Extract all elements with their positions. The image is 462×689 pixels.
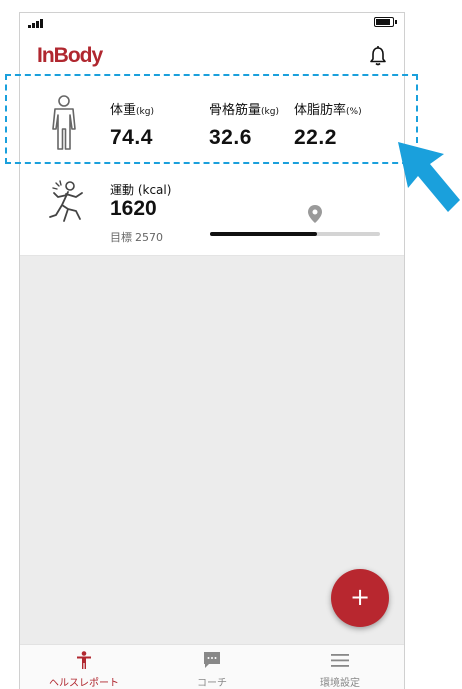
goal-value: 2570 bbox=[135, 231, 163, 244]
person-icon bbox=[77, 651, 91, 669]
battery-icon bbox=[374, 17, 397, 27]
menu-icon bbox=[331, 654, 349, 667]
exercise-goal: 目標 2570 bbox=[110, 229, 163, 245]
exercise-progress-fill bbox=[210, 232, 318, 236]
tab-settings-label: 環境設定 bbox=[320, 678, 360, 689]
tab-health-report[interactable]: ヘルスレポート bbox=[20, 645, 148, 689]
app-logo: InBody bbox=[37, 44, 103, 67]
tab-health-report-label: ヘルスレポート bbox=[49, 678, 119, 689]
status-bar bbox=[20, 13, 404, 35]
annotation-arrow-icon bbox=[398, 142, 460, 212]
location-pin-icon bbox=[308, 205, 322, 223]
signal-icon bbox=[28, 19, 43, 28]
exercise-label: 運動 (kcal) bbox=[110, 183, 172, 197]
exercise-value: 1620 bbox=[110, 197, 157, 220]
bottom-tab-bar: ヘルスレポート コーチ 環境設定 bbox=[20, 644, 404, 689]
chat-icon bbox=[204, 652, 220, 668]
tab-coach[interactable]: コーチ bbox=[148, 645, 276, 689]
add-button[interactable]: + bbox=[331, 569, 389, 627]
exercise-progress-bar bbox=[210, 232, 380, 236]
exercise-card[interactable]: 運動 (kcal) 1620 目標 2570 bbox=[20, 175, 404, 256]
runner-icon bbox=[49, 180, 83, 222]
goal-label: 目標 bbox=[110, 231, 132, 244]
tab-coach-label: コーチ bbox=[197, 678, 227, 689]
tab-settings[interactable]: 環境設定 bbox=[276, 645, 404, 689]
bell-icon[interactable] bbox=[369, 45, 387, 67]
annotation-highlight-box bbox=[5, 74, 418, 164]
